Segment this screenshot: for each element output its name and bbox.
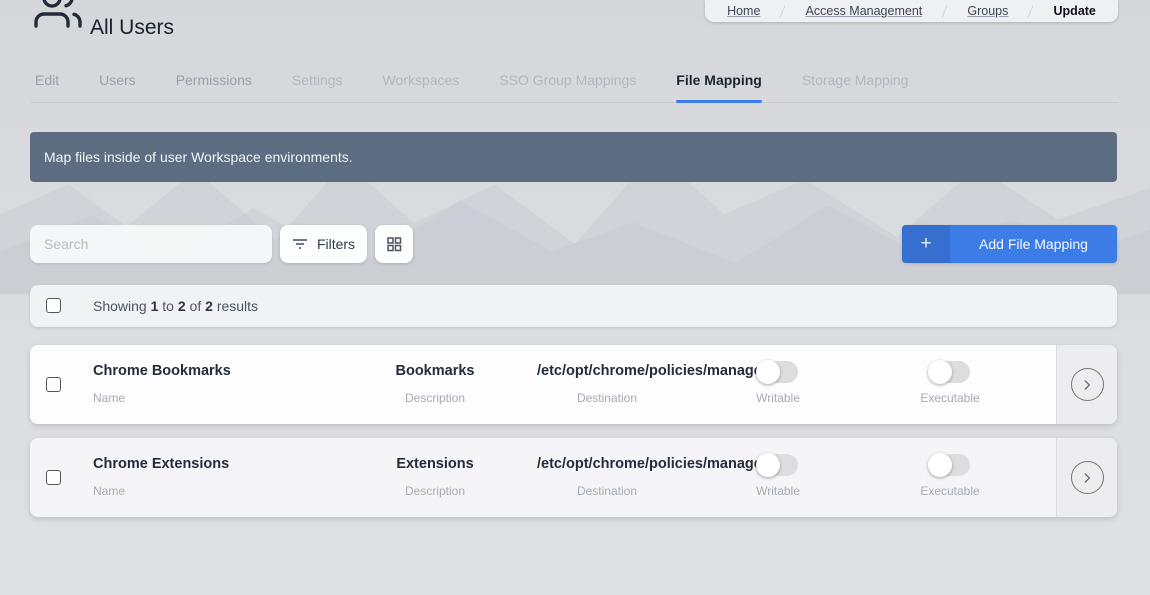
filters-button-label: Filters	[317, 236, 355, 252]
row-destination-label: Destination	[537, 484, 677, 498]
executable-label: Executable	[905, 391, 995, 405]
row-destination-label: Destination	[537, 391, 677, 405]
row-description-label: Description	[375, 484, 495, 498]
chevron-right-icon	[1080, 471, 1094, 485]
executable-label: Executable	[905, 484, 995, 498]
writable-toggle[interactable]	[758, 361, 798, 383]
results-count-text: Showing 1 to 2 of 2 results	[93, 285, 258, 327]
file-mapping-row: Chrome Extensions Name Extensions Descri…	[30, 438, 1117, 517]
row-action-segment	[1056, 438, 1117, 517]
chevron-right-icon	[1080, 378, 1094, 392]
add-file-mapping-label: Add File Mapping	[950, 225, 1117, 263]
writable-toggle[interactable]	[758, 454, 798, 476]
users-icon	[34, 0, 82, 37]
toggle-knob	[928, 453, 952, 477]
executable-toggle[interactable]	[930, 361, 970, 383]
row-name-label: Name	[93, 484, 125, 498]
info-banner: Map files inside of user Workspace envir…	[30, 132, 1117, 182]
writable-label: Writable	[738, 484, 818, 498]
add-file-mapping-button[interactable]: + Add File Mapping	[902, 225, 1117, 263]
row-open-button[interactable]	[1071, 461, 1104, 494]
results-bar: Showing 1 to 2 of 2 results	[30, 285, 1117, 327]
row-name-value: Chrome Extensions	[93, 456, 229, 472]
grid-view-icon	[386, 236, 402, 252]
tab-file-mapping[interactable]: File Mapping	[676, 60, 762, 102]
breadcrumb: Home Access Management Groups Update	[705, 0, 1118, 22]
row-action-segment	[1056, 345, 1117, 424]
writable-label: Writable	[738, 391, 818, 405]
breadcrumb-update: Update	[1054, 4, 1096, 18]
page-title: All Users	[90, 14, 174, 42]
toggle-knob	[756, 360, 780, 384]
tab-edit[interactable]: Edit	[35, 60, 59, 102]
breadcrumb-groups[interactable]: Groups	[967, 4, 1008, 18]
row-checkbox[interactable]	[46, 377, 61, 392]
search-input[interactable]	[30, 225, 272, 263]
filters-button[interactable]: Filters	[280, 225, 367, 263]
tab-permissions[interactable]: Permissions	[176, 60, 252, 102]
row-description-value: Extensions	[375, 456, 495, 472]
breadcrumb-home[interactable]: Home	[727, 4, 760, 18]
filter-lines-icon	[292, 236, 308, 252]
plus-icon: +	[902, 225, 950, 263]
group-file-mapping-page: All Users Home Access Management Groups …	[0, 0, 1150, 595]
breadcrumb-separator	[1028, 5, 1034, 17]
tab-sso-group-mappings[interactable]: SSO Group Mappings	[499, 60, 636, 102]
breadcrumb-access-management[interactable]: Access Management	[806, 4, 923, 18]
row-name-label: Name	[93, 391, 125, 405]
breadcrumb-separator	[780, 5, 786, 17]
row-description-label: Description	[375, 391, 495, 405]
tab-settings[interactable]: Settings	[292, 60, 343, 102]
tab-workspaces[interactable]: Workspaces	[383, 60, 460, 102]
row-name-value: Chrome Bookmarks	[93, 363, 231, 379]
tab-users[interactable]: Users	[99, 60, 136, 102]
tab-bar: Edit Users Permissions Settings Workspac…	[30, 60, 1118, 103]
breadcrumb-separator	[942, 5, 948, 17]
row-open-button[interactable]	[1071, 368, 1104, 401]
grid-view-button[interactable]	[375, 225, 413, 263]
file-mapping-row: Chrome Bookmarks Name Bookmarks Descript…	[30, 345, 1117, 424]
toggle-knob	[756, 453, 780, 477]
select-all-checkbox[interactable]	[46, 298, 61, 313]
row-destination-value: /etc/opt/chrome/policies/manage	[537, 456, 789, 472]
tab-storage-mapping[interactable]: Storage Mapping	[802, 60, 909, 102]
row-destination-value: /etc/opt/chrome/policies/manage	[537, 363, 789, 379]
row-description-value: Bookmarks	[375, 363, 495, 379]
row-checkbox[interactable]	[46, 470, 61, 485]
toggle-knob	[928, 360, 952, 384]
executable-toggle[interactable]	[930, 454, 970, 476]
